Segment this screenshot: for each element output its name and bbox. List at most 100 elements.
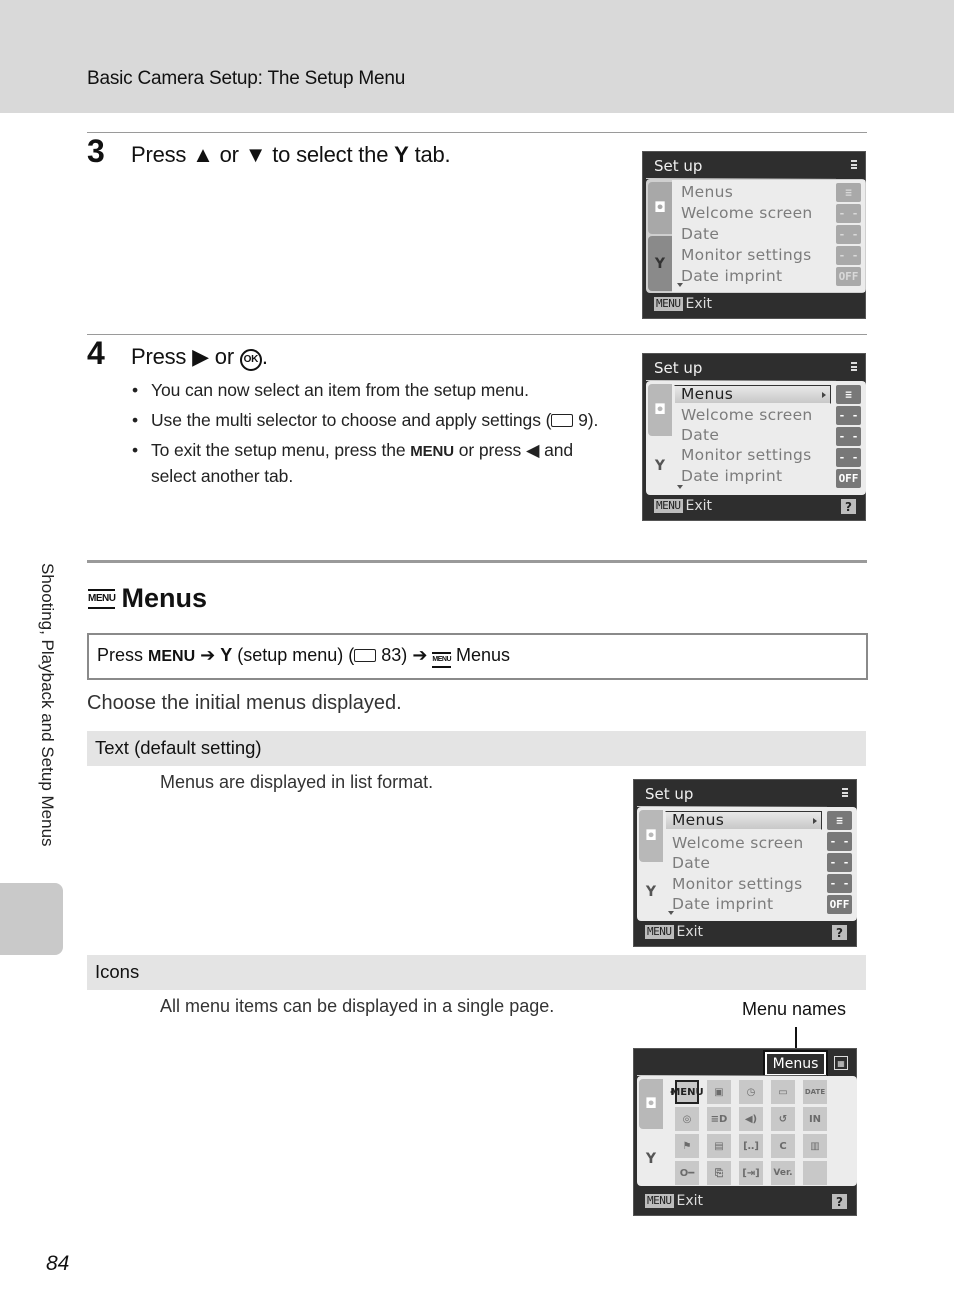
- value-badge: - -: [836, 204, 861, 223]
- value-badge: - -: [836, 406, 861, 425]
- exit-label: Exit: [676, 1193, 704, 1209]
- menus-icon: MENU: [670, 1080, 704, 1104]
- menu-item: Date: [681, 225, 720, 243]
- text: or: [208, 344, 240, 369]
- camera-screen-setup-tab: Set up ◘ Y Menus Welcome screen Date Mon…: [642, 151, 866, 319]
- section-title: MENU Menus: [88, 583, 207, 614]
- value-badge: - -: [827, 853, 852, 872]
- charge-by-computer-icon: C: [771, 1134, 795, 1158]
- exit-label: Exit: [685, 296, 713, 312]
- menu-list: Menus Welcome screen Date Monitor settin…: [663, 808, 856, 920]
- help-icon: ?: [832, 925, 847, 940]
- side-tab-label: Shooting, Playback and Setup Menus: [38, 563, 57, 847]
- bullet-item: • To exit the setup menu, press the MENU …: [132, 440, 573, 486]
- menu-list: Menus Welcome screen Date Monitor settin…: [672, 180, 865, 292]
- menu-button-icon: MENU: [654, 297, 683, 311]
- screen-footer: MENU Exit: [654, 498, 712, 514]
- list-format-icon: ≡: [836, 385, 861, 404]
- scroll-down-icon: [677, 283, 683, 287]
- menu-item: Date imprint: [672, 895, 774, 913]
- menu-item: Welcome screen: [681, 204, 813, 222]
- step-number: 3: [87, 133, 105, 169]
- value-badge: - -: [827, 874, 852, 893]
- setup-tab-wrench-icon: Y: [648, 236, 672, 291]
- up-arrow-icon: ▲: [192, 142, 214, 167]
- screen-title: Set up: [654, 157, 703, 175]
- option-description: Menus are displayed in list format.: [160, 772, 434, 792]
- camera-screen-setup-selected: Set up ◘ Y Menus Welcome screen Date Mon…: [642, 353, 866, 521]
- bullet-item: • Use the multi selector to choose and ap…: [132, 410, 599, 430]
- step-3-instruction: Press ▲ or ▼ to select the Y tab.: [131, 142, 451, 168]
- date-clock-icon: ◷: [739, 1080, 763, 1104]
- sound-settings-icon: ◀): [739, 1107, 763, 1131]
- monitor-settings-icon: ▭: [771, 1080, 795, 1104]
- language-icon: ⚑: [675, 1134, 699, 1158]
- callout-menu-names: Menu names: [742, 999, 847, 1019]
- list-format-icon: ≡: [836, 183, 861, 202]
- value-badge: - -: [836, 427, 861, 446]
- shooting-tab-camera-icon: ◘: [648, 182, 672, 234]
- tv-settings-icon: ▤: [707, 1134, 731, 1158]
- menu-button-glyph: MENU: [410, 443, 455, 460]
- text: Press: [131, 142, 193, 167]
- value-badge: - -: [827, 832, 852, 851]
- step-number: 4: [87, 335, 105, 371]
- menu-button-glyph: MENU: [148, 648, 196, 665]
- setup-tab-wrench-icon: Y: [648, 438, 672, 493]
- firmware-version-icon: Ver.: [771, 1161, 795, 1185]
- section-divider: [87, 560, 867, 563]
- setup-tab-wrench-icon: Y: [639, 1131, 663, 1186]
- text: tab.: [408, 142, 451, 167]
- text: Press: [131, 344, 193, 369]
- menu-button-icon: MENU: [645, 925, 674, 939]
- section-title-text: Menus: [121, 583, 207, 613]
- reset-all-icon: O━: [675, 1161, 699, 1185]
- value-badge: - -: [836, 246, 861, 265]
- text: to select the: [266, 142, 395, 167]
- menus-icon: MENU: [88, 588, 116, 609]
- wrench-icon: Y: [220, 645, 233, 665]
- exit-label: Exit: [685, 498, 713, 514]
- text: or: [213, 142, 245, 167]
- menu-button-icon: MENU: [645, 1194, 674, 1208]
- shooting-tab-camera-icon: ◘: [648, 384, 672, 436]
- divider: [87, 132, 867, 133]
- menu-item-selected: Menus: [681, 385, 734, 403]
- value-badge: - -: [836, 225, 861, 244]
- menu-item: Welcome screen: [672, 834, 804, 852]
- help-icon: ?: [832, 1194, 847, 1209]
- welcome-screen-icon: ▣: [707, 1080, 731, 1104]
- screen-footer: MENU Exit: [654, 296, 712, 312]
- step-4-bullets: • You can now select an item from the set…: [130, 378, 610, 494]
- exit-label: Exit: [676, 924, 704, 940]
- menu-item: Date imprint: [681, 467, 783, 485]
- callout-line: [795, 1027, 797, 1050]
- camera-screen-text-menus: Set up ◘ Y Menus Welcome screen Date Mon…: [633, 779, 857, 947]
- option-description: All menu items can be displayed in a sin…: [160, 996, 555, 1016]
- af-assist-icon: ≡D: [707, 1107, 731, 1131]
- menu-item: Monitor settings: [681, 246, 812, 264]
- section-intro: Choose the initial menus displayed.: [87, 692, 402, 714]
- menu-item: Monitor settings: [681, 446, 812, 464]
- down-arrow-icon: ▼: [244, 142, 267, 167]
- option-heading-text: Text (default setting): [87, 731, 866, 766]
- eye-fi-icon: ▥: [803, 1134, 827, 1158]
- blink-warning-icon: [‥]: [739, 1134, 763, 1158]
- screen-title: Set up: [654, 359, 703, 377]
- arrow-icon: ➔: [407, 645, 433, 665]
- value-badge: OFF: [836, 267, 861, 286]
- screen-footer: MENU Exit: [645, 1193, 703, 1209]
- menu-button-icon: MENU: [654, 499, 683, 513]
- copy-icon: ⎘: [707, 1161, 731, 1185]
- format-memory-icon: IN: [803, 1107, 827, 1131]
- option-heading-icons: Icons: [87, 955, 866, 990]
- grid-view-icon: ▦: [834, 1056, 848, 1070]
- camera-screen-icon-menus: Menus ▦ ◘ Y MENU ▣ ◷ ▭ DATE ◎ ≡D ◀) ↺ IN…: [633, 1048, 857, 1216]
- switch-icon: [⇥]: [739, 1161, 763, 1185]
- menu-item: Menus: [681, 183, 734, 201]
- value-badge: OFF: [836, 469, 861, 488]
- book-icon: [354, 649, 377, 662]
- menus-icon: MENU: [432, 652, 452, 668]
- menu-item-selected: Menus: [672, 811, 725, 829]
- icon-grid: MENU ▣ ◷ ▭ DATE ◎ ≡D ◀) ↺ IN ⚑ ▤ [‥] C ▥…: [670, 1080, 827, 1185]
